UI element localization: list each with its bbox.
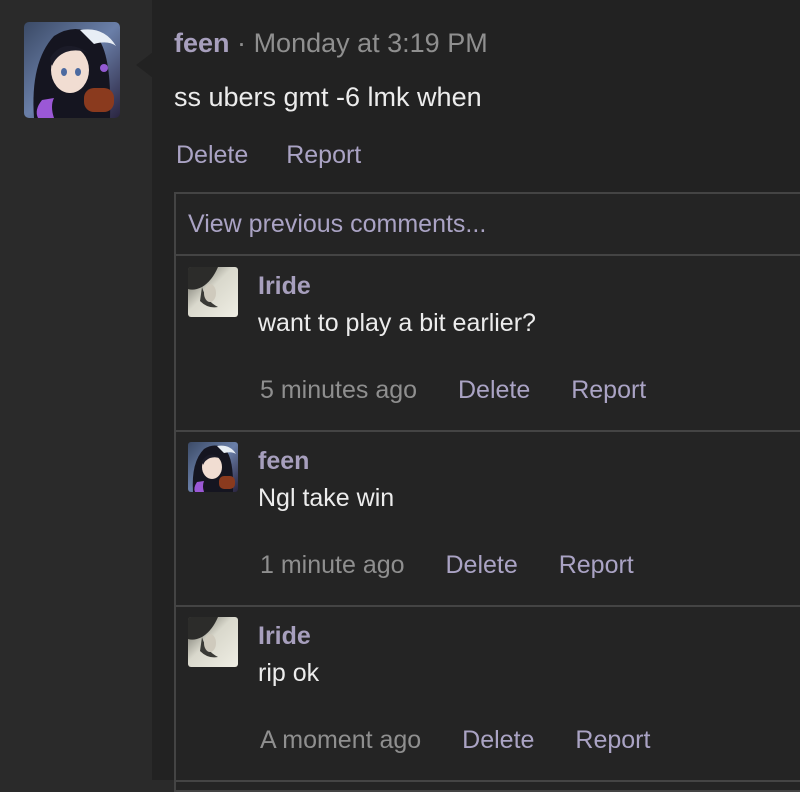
comment-report-link[interactable]: Report: [575, 726, 650, 754]
post-pointer-arrow: [136, 52, 153, 78]
post-actions: Delete Report: [176, 141, 392, 170]
comment-author-name[interactable]: Iride: [258, 272, 311, 301]
post-author-name[interactable]: feen: [174, 28, 230, 58]
comment-author-avatar[interactable]: [188, 267, 238, 317]
comment-report-link[interactable]: Report: [571, 376, 646, 404]
comment-text: Ngl take win: [258, 484, 395, 512]
post-header: feen · Monday at 3:19 PM: [174, 28, 488, 59]
comment-timestamp[interactable]: 1 minute ago: [260, 551, 405, 579]
header-separator: ·: [237, 28, 247, 58]
comment-meta: 5 minutes ago Delete Report: [260, 376, 680, 405]
post-report-link[interactable]: Report: [286, 141, 361, 169]
post-author-avatar[interactable]: [24, 22, 120, 118]
comment-author-name[interactable]: feen: [258, 447, 309, 476]
comment-author-avatar[interactable]: [188, 442, 238, 492]
comment-meta: 1 minute ago Delete Report: [260, 551, 668, 580]
comment-delete-link[interactable]: Delete: [446, 551, 518, 579]
post-text: ss ubers gmt -6 lmk when: [174, 82, 482, 112]
post-timestamp[interactable]: Monday at 3:19 PM: [254, 28, 488, 58]
comment-item: feen Ngl take win 1 minute ago Delete Re…: [176, 431, 800, 607]
view-previous-comments-link[interactable]: View previous comments...: [176, 194, 800, 256]
comment-text: want to play a bit earlier?: [258, 309, 536, 337]
comment-item: Iride want to play a bit earlier? 5 minu…: [176, 256, 800, 432]
comment-report-link[interactable]: Report: [559, 551, 634, 579]
comment-timestamp[interactable]: 5 minutes ago: [260, 376, 417, 404]
comments-box: View previous comments... Iride want to …: [174, 192, 800, 792]
comment-meta: A moment ago Delete Report: [260, 726, 684, 755]
comment-delete-link[interactable]: Delete: [462, 726, 534, 754]
comment-item: Iride rip ok A moment ago Delete Report: [176, 606, 800, 782]
comment-text: rip ok: [258, 659, 320, 687]
comment-author-name[interactable]: Iride: [258, 622, 311, 651]
comment-timestamp[interactable]: A moment ago: [260, 726, 421, 754]
comment-author-avatar[interactable]: [188, 617, 238, 667]
comment-delete-link[interactable]: Delete: [458, 376, 530, 404]
post-delete-link[interactable]: Delete: [176, 141, 248, 169]
